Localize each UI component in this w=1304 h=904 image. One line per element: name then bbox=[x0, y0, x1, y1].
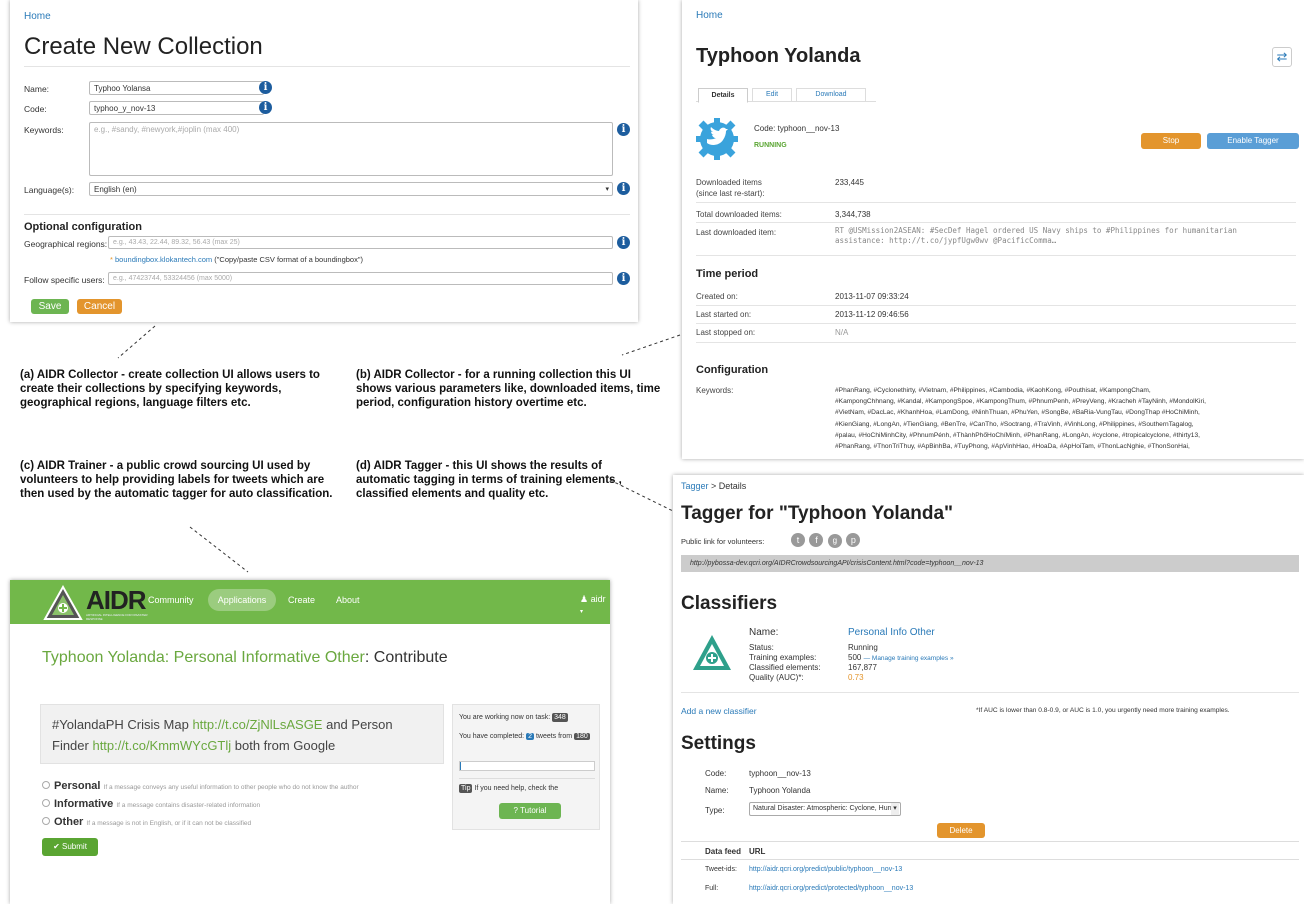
twitter-icon[interactable]: t bbox=[791, 533, 805, 547]
trainer-panel: AIDR ARTIFICIAL INTELLIGENCE FOR DISASTE… bbox=[10, 580, 610, 904]
top-navbar: AIDR ARTIFICIAL INTELLIGENCE FOR DISASTE… bbox=[10, 580, 610, 624]
caption-c: (c) AIDR Trainer - a public crowd sourci… bbox=[20, 460, 333, 500]
chevron-down-icon: ▾ bbox=[580, 609, 584, 615]
classified-value: 167,877 bbox=[848, 663, 877, 672]
pinterest-icon[interactable]: p bbox=[846, 533, 861, 547]
classified-label: Classified elements: bbox=[749, 663, 821, 672]
divider bbox=[681, 859, 1299, 860]
add-classifier-link[interactable]: Add a new classifier bbox=[681, 706, 757, 716]
classifier-name-link[interactable]: Personal Info Other bbox=[848, 627, 935, 638]
classifier-name-label: Name: bbox=[749, 627, 779, 638]
settings-type-label: Type: bbox=[705, 806, 725, 815]
type-select[interactable]: Natural Disaster: Atmospheric: Cyclone, … bbox=[749, 802, 901, 816]
training-label: Training examples: bbox=[749, 653, 817, 662]
feed-col-header: Data feed bbox=[705, 847, 742, 856]
nav-about[interactable]: About bbox=[336, 595, 360, 605]
manage-training-link[interactable]: — Manage training examples » bbox=[864, 655, 954, 662]
task-text: You are working now on task: 348 bbox=[459, 713, 568, 722]
radio-button[interactable] bbox=[42, 817, 50, 825]
caption-d: (d) AIDR Tagger - this UI shows the resu… bbox=[356, 460, 622, 500]
feed-full-label: Full: bbox=[705, 885, 719, 892]
share-icons: t f g p bbox=[791, 530, 861, 548]
settings-code-label: Code: bbox=[705, 769, 727, 778]
tagger-title: Tagger for "Typhoon Yolanda" bbox=[681, 503, 954, 524]
classifier-icon bbox=[693, 635, 731, 670]
thumbs-up-icon: ✔ bbox=[53, 842, 60, 851]
user-icon: ♟ bbox=[580, 594, 589, 604]
option-personal[interactable]: Personal If a message conveys any useful… bbox=[42, 780, 359, 792]
quality-label: Quality (AUC)*: bbox=[749, 673, 804, 682]
tweet-link[interactable]: http://t.co/ZjNlLsASGE bbox=[192, 717, 322, 732]
user-menu[interactable]: ♟ aidr ▾ bbox=[580, 594, 610, 615]
progress-bar bbox=[459, 761, 595, 771]
tweet-link[interactable]: http://t.co/KmmWYcGTlj bbox=[92, 738, 231, 753]
public-link-label: Public link for volunteers: bbox=[681, 537, 765, 546]
auc-note: *If AUC is lower than 0.8-0.9, or AUC is… bbox=[976, 707, 1230, 714]
delete-button[interactable]: Delete bbox=[937, 823, 985, 838]
settings-heading: Settings bbox=[681, 733, 756, 754]
facebook-icon[interactable]: f bbox=[809, 533, 824, 547]
nav-community[interactable]: Community bbox=[148, 595, 194, 605]
tagger-panel: Tagger > Details Tagger for "Typhoon Yol… bbox=[673, 475, 1304, 904]
quality-value: 0.73 bbox=[848, 673, 864, 682]
divider bbox=[681, 841, 1299, 842]
breadcrumb-tagger[interactable]: Tagger bbox=[681, 481, 709, 491]
feed-full-url[interactable]: http://aidr.qcri.org/predict/protected/t… bbox=[749, 885, 913, 892]
settings-name-label: Name: bbox=[705, 786, 729, 795]
progress-text: You have completed: 2 tweets from 180 bbox=[459, 733, 590, 740]
feed-tweet-ids-url[interactable]: http://aidr.qcri.org/predict/public/typh… bbox=[749, 866, 902, 873]
caption-b: (b) AIDR Collector - for a running colle… bbox=[356, 369, 661, 409]
google-plus-icon[interactable]: g bbox=[827, 534, 842, 548]
url-col-header: URL bbox=[749, 847, 766, 856]
logo-subtext: ARTIFICIAL INTELLIGENCE FOR DISASTER RES… bbox=[86, 613, 148, 621]
caption-a: (a) AIDR Collector - create collection U… bbox=[20, 369, 320, 409]
nav-applications[interactable]: Applications bbox=[208, 589, 276, 611]
breadcrumb: Tagger > Details bbox=[681, 481, 747, 491]
task-sidebar: You are working now on task: 348 You hav… bbox=[452, 704, 600, 830]
settings-code-value: typhoon__nov-13 bbox=[749, 769, 811, 778]
training-value: 500 — Manage training examples » bbox=[848, 653, 954, 662]
tip-badge: Tip bbox=[459, 784, 473, 793]
settings-name-value: Typhoon Yolanda bbox=[749, 786, 811, 795]
status-value: Running bbox=[848, 643, 878, 652]
option-other[interactable]: Other If a message is not in English, or… bbox=[42, 816, 251, 828]
nav-create[interactable]: Create bbox=[288, 595, 315, 605]
tweet-box: #YolandaPH Crisis Map http://t.co/ZjNlLs… bbox=[40, 704, 444, 764]
feed-tweet-ids-label: Tweet-ids: bbox=[705, 866, 737, 873]
question-icon: ? bbox=[513, 806, 518, 815]
submit-button[interactable]: ✔ Submit bbox=[42, 838, 98, 856]
divider bbox=[681, 692, 1299, 693]
classifiers-heading: Classifiers bbox=[681, 593, 778, 614]
tutorial-button[interactable]: ? Tutorial bbox=[499, 803, 561, 819]
aidr-logo-icon[interactable] bbox=[43, 585, 83, 621]
radio-button[interactable] bbox=[42, 799, 50, 807]
public-url[interactable]: http://pybossa-dev.qcri.org/AIDRCrowdsou… bbox=[681, 555, 1299, 572]
chevron-down-icon: ▾ bbox=[891, 803, 899, 815]
page-title: Typhoon Yolanda: Personal Informative Ot… bbox=[42, 649, 448, 666]
logo-text: AIDR bbox=[86, 585, 147, 615]
option-informative[interactable]: Informative If a message contains disast… bbox=[42, 798, 260, 810]
divider bbox=[459, 778, 595, 779]
status-label: Status: bbox=[749, 643, 774, 652]
radio-button[interactable] bbox=[42, 781, 50, 789]
tip-text: Tip If you need help, check the bbox=[459, 784, 559, 793]
